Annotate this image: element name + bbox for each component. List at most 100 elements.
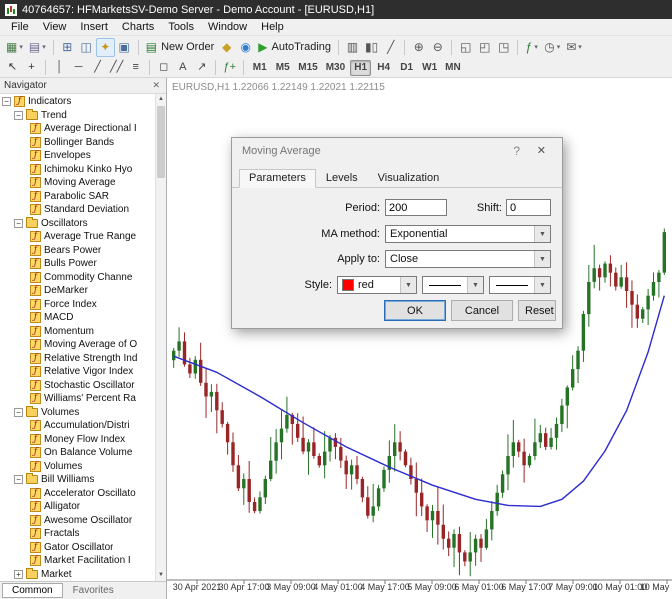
dropdown-caret-icon[interactable]: ▾ <box>578 43 582 51</box>
vertical-line-button[interactable]: │ <box>50 58 69 77</box>
zoom-in-button[interactable]: ⊕ <box>409 38 428 57</box>
navigator-close-button[interactable]: ✕ <box>150 80 162 91</box>
tree-item-macd[interactable]: ƒMACD <box>0 311 155 325</box>
tree-item-gator-oscillator[interactable]: ƒGator Oscillator <box>0 541 155 555</box>
tree-item-moving-average-of-o[interactable]: ƒMoving Average of O <box>0 338 155 352</box>
scroll-up-icon[interactable]: ▲ <box>156 94 166 105</box>
bar-chart-mode-button[interactable]: ▥ <box>343 38 362 57</box>
collapse-icon[interactable]: − <box>14 111 23 120</box>
tree-item-trend[interactable]: −Trend <box>0 109 155 123</box>
timeframe-w1-button[interactable]: W1 <box>419 60 440 76</box>
shapes-button[interactable]: ◻ <box>154 58 173 77</box>
tab-common[interactable]: Common <box>2 583 63 598</box>
tree-item-ichimoku-kinko-hyo[interactable]: ƒIchimoku Kinko Hyo <box>0 163 155 177</box>
scrollbar-thumb[interactable] <box>157 106 165 178</box>
candlestick-mode-button[interactable]: ▮▯ <box>362 38 381 57</box>
ok-button[interactable]: OK <box>384 300 446 321</box>
data-window-button[interactable]: ◫ <box>77 38 96 57</box>
tree-item-indicators[interactable]: −ƒIndicators <box>0 95 155 109</box>
style-color-select[interactable]: red ▼ <box>337 276 417 294</box>
tree-item-oscillators[interactable]: −Oscillators <box>0 217 155 231</box>
tree-item-volumes[interactable]: −Volumes <box>0 406 155 420</box>
dropdown-caret-icon[interactable]: ▾ <box>534 43 538 51</box>
tree-item-standard-deviation[interactable]: ƒStandard Deviation <box>0 203 155 217</box>
tree-item-accumulation-distri[interactable]: ƒAccumulation/Distri <box>0 419 155 433</box>
tree-item-stochastic-oscillator[interactable]: ƒStochastic Oscillator <box>0 379 155 393</box>
cancel-button[interactable]: Cancel <box>451 300 513 321</box>
profiles-button[interactable]: ▤▾ <box>26 38 49 57</box>
chart-area[interactable]: EURUSD,H1 1.22066 1.22149 1.22021 1.2211… <box>167 78 672 599</box>
tab-visualization[interactable]: Visualization <box>368 169 450 188</box>
fibonacci-retracement-button[interactable]: ≡ <box>126 58 145 77</box>
timeframe-mn-button[interactable]: MN <box>442 60 464 76</box>
timeframe-h4-button[interactable]: H4 <box>373 60 394 76</box>
style-line-type-select[interactable]: ▼ <box>489 276 551 294</box>
menu-window[interactable]: Window <box>201 20 254 34</box>
tree-item-money-flow-index[interactable]: ƒMoney Flow Index <box>0 433 155 447</box>
dropdown-caret-icon[interactable]: ▾ <box>557 43 561 51</box>
tree-item-market-facilitation-i[interactable]: ƒMarket Facilitation I <box>0 554 155 568</box>
period-input[interactable] <box>385 199 447 216</box>
dropdown-caret-icon[interactable]: ▾ <box>42 43 46 51</box>
tree-item-bears-power[interactable]: ƒBears Power <box>0 244 155 258</box>
collapse-icon[interactable]: − <box>14 219 23 228</box>
menu-file[interactable]: File <box>4 20 36 34</box>
tree-item-bollinger-bands[interactable]: ƒBollinger Bands <box>0 136 155 150</box>
shift-input[interactable] <box>506 199 551 216</box>
style-line-width-select[interactable]: ▼ <box>422 276 484 294</box>
ma-method-select[interactable]: Exponential ▼ <box>385 225 551 243</box>
tree-item-envelopes[interactable]: ƒEnvelopes <box>0 149 155 163</box>
tree-item-average-directional-i[interactable]: ƒAverage Directional I <box>0 122 155 136</box>
zoom-out-button[interactable]: ⊖ <box>428 38 447 57</box>
tree-item-bulls-power[interactable]: ƒBulls Power <box>0 257 155 271</box>
navigator-scrollbar[interactable]: ▲ ▼ <box>155 94 166 581</box>
templates-button[interactable]: ✉▾ <box>563 38 585 57</box>
menu-view[interactable]: View <box>36 20 74 34</box>
menu-insert[interactable]: Insert <box>73 20 115 34</box>
apply-to-select[interactable]: Close ▼ <box>385 250 551 268</box>
tree-item-force-index[interactable]: ƒForce Index <box>0 298 155 312</box>
tile-vertically-button[interactable]: ◳ <box>494 38 513 57</box>
metaeditor-button[interactable]: ◆ <box>217 38 236 57</box>
tree-item-average-true-range[interactable]: ƒAverage True Range <box>0 230 155 244</box>
help-button[interactable]: ? <box>507 143 526 159</box>
line-chart-mode-button[interactable]: ╱ <box>381 38 400 57</box>
collapse-icon[interactable]: − <box>2 97 11 106</box>
scroll-down-icon[interactable]: ▼ <box>156 570 166 581</box>
arrow-objects-button[interactable]: ↗ <box>192 58 211 77</box>
indicators-add-button[interactable]: ƒ+ <box>220 58 239 77</box>
dropdown-caret-icon[interactable]: ▾ <box>19 43 23 51</box>
terminal-toggle-button[interactable]: ▣ <box>115 38 134 57</box>
tree-item-parabolic-sar[interactable]: ƒParabolic SAR <box>0 190 155 204</box>
expand-icon[interactable]: + <box>14 570 23 579</box>
periods-button[interactable]: ◷▾ <box>541 38 563 57</box>
menu-help[interactable]: Help <box>254 20 291 34</box>
timeframe-m30-button[interactable]: M30 <box>323 60 348 76</box>
timeframe-d1-button[interactable]: D1 <box>396 60 417 76</box>
cascade-windows-button[interactable]: ◱ <box>456 38 475 57</box>
horizontal-line-button[interactable]: ─ <box>69 58 88 77</box>
tab-favorites[interactable]: Favorites <box>63 583 124 598</box>
indicators-list-button[interactable]: ƒ▾ <box>522 38 541 57</box>
cursor-button[interactable]: ↖ <box>3 58 22 77</box>
tab-parameters[interactable]: Parameters <box>239 169 316 188</box>
text-label-button[interactable]: A <box>173 58 192 77</box>
tree-item-on-balance-volume[interactable]: ƒOn Balance Volume <box>0 446 155 460</box>
tree-item-demarker[interactable]: ƒDeMarker <box>0 284 155 298</box>
dialog-title-bar[interactable]: Moving Average ? ✕ <box>232 138 562 166</box>
menu-tools[interactable]: Tools <box>161 20 201 34</box>
tile-horizontally-button[interactable]: ◰ <box>475 38 494 57</box>
trendline-button[interactable]: ╱ <box>88 58 107 77</box>
tree-item-relative-vigor-index[interactable]: ƒRelative Vigor Index <box>0 365 155 379</box>
timeframe-m5-button[interactable]: M5 <box>272 60 293 76</box>
new-chart-button[interactable]: ▦▾ <box>3 38 26 57</box>
crosshair-button[interactable]: + <box>22 58 41 77</box>
tree-item-accelerator-oscillato[interactable]: ƒAccelerator Oscillato <box>0 487 155 501</box>
tree-item-moving-average[interactable]: ƒMoving Average <box>0 176 155 190</box>
tab-levels[interactable]: Levels <box>316 169 368 188</box>
dialog-close-button[interactable]: ✕ <box>531 143 552 158</box>
tree-item-commodity-channe[interactable]: ƒCommodity Channe <box>0 271 155 285</box>
tree-item-bill-williams[interactable]: −Bill Williams <box>0 473 155 487</box>
new-order-button[interactable]: ▤New Order <box>143 38 218 57</box>
autotrading-button[interactable]: ▶AutoTrading <box>255 38 334 57</box>
